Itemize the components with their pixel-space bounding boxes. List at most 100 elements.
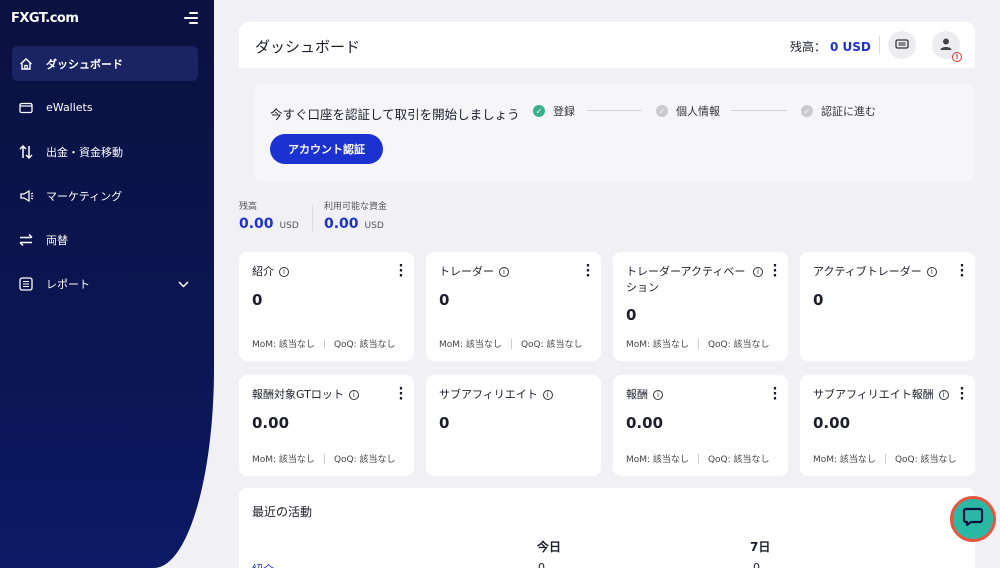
balance-value: 0.00 [239,216,274,232]
logo-gt: GT [28,11,46,26]
mom-text: MoM: 該当なし [439,340,502,350]
available-funds-summary: 利用可能な資金 0.00 USD [324,199,387,232]
report-icon [18,276,34,292]
stat-card-value: 0 [439,414,450,432]
info-icon[interactable]: i [753,267,763,277]
more-options-icon[interactable]: · · · [585,260,591,283]
verification-banner: 今すぐ口座を認証して取引を開始しましょう ✓ 登録 ✓ 個人情報 ✓ 認証に進む… [254,84,975,182]
chat-bubble-icon [961,505,985,533]
stat-card-referrals: 紹介 i · · · 0 MoM: 該当なし QoQ: 該当なし [239,252,414,361]
balance-amount: 0.00 USD [239,216,299,232]
sidebar-item-label: eWallets [46,101,93,115]
header-balance-label: 残高： [790,40,827,54]
mom-text: MoM: 該当なし [813,455,876,465]
exchange-icon [18,232,34,248]
recent-activity-title: 最近の活動 [252,505,313,519]
stat-card-eligible-gt-lots: 報酬対象GTロット i · · · 0.00 MoM: 該当なし QoQ: 該当なし [239,375,414,476]
stat-card-title: 報酬対象GTロット i [252,387,387,403]
qoq-text: QoQ: 該当なし [520,340,583,350]
stat-card-title-text: 報酬対象GTロット [252,388,344,401]
sidebar-item-withdraw-transfer[interactable]: 出金・資金移動 [12,134,198,169]
chat-support-button[interactable] [950,496,996,542]
info-icon[interactable]: i [499,267,509,277]
sidebar-item-dashboard[interactable]: ダッシュボード [12,46,198,81]
recent-activity: 最近の活動 今日 7日 紹介 0 0 [239,488,975,568]
sidebar-item-ewallets[interactable]: eWallets [12,90,198,125]
column-header-today: 今日 [537,540,562,554]
stat-card-title-text: トレーダーアクティベーション [626,265,746,294]
sidebar-nav: ダッシュボード eWallets 出金・資金移動 マーケティング 両替 レポート [12,46,198,311]
more-options-icon[interactable]: · · · [959,260,965,283]
step-label: 登録 [553,105,575,118]
stat-card-comparison: MoM: 該当なし QoQ: 該当なし [813,452,957,465]
sidebar-item-label: ダッシュボード [46,57,123,71]
transfer-arrows-icon [18,144,34,160]
balance-divider [312,205,313,231]
mom-text: MoM: 該当なし [252,340,315,350]
alert-badge-icon: ! [952,52,962,62]
sidebar-item-marketing[interactable]: マーケティング [12,179,198,214]
menu-toggle-icon[interactable] [184,12,198,27]
stat-card-value: 0.00 [252,414,290,432]
stat-card-title: 報酬 i [626,387,761,403]
qoq-text: QoQ: 該当なし [894,455,957,465]
step-label: 認証に進む [821,105,876,118]
more-options-icon[interactable]: · · · [398,260,404,283]
user-menu-button[interactable]: ! [932,31,962,62]
mom-text: MoM: 該当なし [626,455,689,465]
page-title: ダッシュボード [255,38,361,56]
stat-card-trader-activation: トレーダーアクティベーション i · · · 0 MoM: 該当なし QoQ: 該当な… [613,252,788,361]
check-done-icon: ✓ [533,105,545,117]
step-personal-info: ✓ 個人情報 [656,103,720,119]
step-connector [731,110,787,111]
stat-card-title: 紹介 i [252,264,387,280]
activity-today-value: 0 [538,561,545,568]
stat-card-active-traders: アクティブトレーダー i · · · 0 [800,252,975,361]
balance-summary: 残高 0.00 USD [239,199,299,232]
stat-card-value: 0 [252,291,263,309]
check-pending-icon: ✓ [801,105,813,117]
more-options-icon[interactable]: · · · [772,260,778,283]
fxgt-logo[interactable]: FXGT.com [11,11,79,26]
verify-account-button[interactable]: アカウント認証 [270,134,383,164]
wallet-icon [18,100,34,116]
info-icon[interactable]: i [542,390,553,400]
sidebar-item-reports[interactable]: レポート [12,267,198,302]
info-icon[interactable]: i [938,390,949,400]
column-header-7d: 7日 [750,540,771,554]
chevron-down-icon[interactable] [178,277,192,291]
stat-card-title: サブアフィリエイト報酬 i [813,387,963,403]
balance-label: 残高 [239,202,258,212]
qoq-text: QoQ: 該当なし [707,340,770,350]
header-balance: 残高： 0 USD [790,38,871,55]
stat-card-title: サブアフィリエイト i [439,387,574,403]
activity-row-referrals-link[interactable]: 紹介 [252,561,274,568]
stat-card-sub-affiliate-commission: サブアフィリエイト報酬 i · · · 0.00 MoM: 該当なし QoQ: 該当なし [800,375,975,476]
balance-currency: USD [279,221,299,231]
more-options-icon[interactable]: · · · [772,383,778,406]
stat-card-comparison: MoM: 該当なし QoQ: 該当なし [626,452,770,465]
stat-card-value: 0 [813,291,824,309]
stat-card-comparison: MoM: 該当なし QoQ: 該当なし [626,337,770,350]
logo-fx: FX [11,11,29,26]
info-icon[interactable]: i [926,267,937,277]
more-options-icon[interactable]: · · · [398,383,404,406]
info-icon[interactable]: i [348,390,359,400]
sidebar-item-exchange[interactable]: 両替 [12,223,198,258]
verification-prompt: 今すぐ口座を認証して取引を開始しましょう [270,107,520,122]
available-funds-label: 利用可能な資金 [324,202,388,212]
qoq-text: QoQ: 該当なし [707,455,770,465]
stat-card-value: 0.00 [626,414,664,432]
home-icon [18,56,34,72]
stat-card-title: アクティブトレーダー i [813,264,963,280]
user-icon [939,37,953,54]
ticket-button[interactable] [888,31,916,59]
step-register: ✓ 登録 [533,103,575,119]
sidebar: FXGT.com ダッシュボード eWallets 出金・資金移動 マーケティン… [0,0,214,568]
info-icon[interactable]: i [653,390,663,400]
stat-card-comparison: MoM: 該当なし QoQ: 該当なし [252,337,396,350]
more-options-icon[interactable]: · · · [959,383,965,406]
stat-card-title-text: アクティブトレーダー [813,265,922,278]
info-icon[interactable]: i [279,267,289,277]
sidebar-item-label: レポート [46,278,90,292]
